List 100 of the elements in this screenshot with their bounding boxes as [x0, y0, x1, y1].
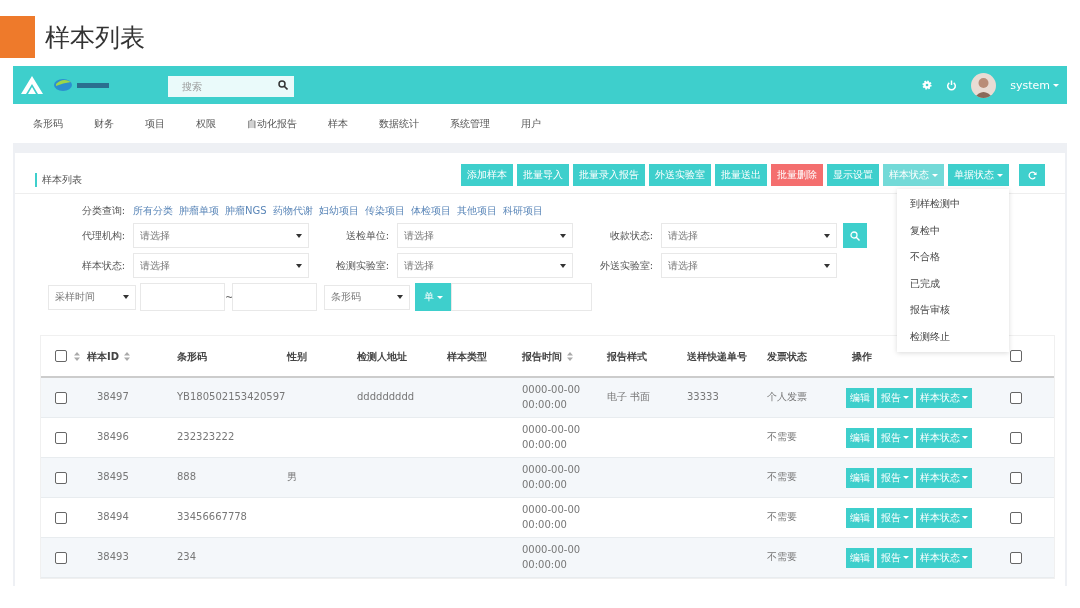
- select-all-checkbox[interactable]: [1010, 350, 1022, 362]
- row-checkbox[interactable]: [1010, 431, 1022, 444]
- row-checkbox[interactable]: [1010, 511, 1022, 524]
- caret-icon: [903, 436, 909, 439]
- select-field[interactable]: 请选择: [133, 223, 309, 248]
- panel-title: 样本列表: [35, 173, 82, 187]
- toolbar-button[interactable]: 批量删除: [771, 164, 823, 186]
- search-icon[interactable]: [278, 79, 288, 90]
- caret-icon: [962, 436, 968, 439]
- table-cell: 0000-00-00 00:00:00: [522, 464, 581, 490]
- caret-icon: [436, 295, 443, 299]
- dropdown-arrow-icon: [123, 295, 129, 299]
- table-cell: 男: [287, 471, 297, 483]
- select-field[interactable]: 请选择: [661, 253, 837, 278]
- dropdown-arrow-icon: [296, 233, 302, 238]
- category-link[interactable]: 药物代谢: [272, 204, 313, 218]
- column-header: 检测人地址: [357, 349, 407, 363]
- table-cell: 38493: [97, 551, 129, 563]
- search-icon: [850, 230, 860, 241]
- table-cell: 0000-00-00 00:00:00: [522, 424, 581, 450]
- dropdown-arrow-icon: [824, 233, 830, 238]
- caret-icon: [903, 476, 909, 479]
- category-link[interactable]: 所有分类: [133, 204, 173, 218]
- row-checkbox[interactable]: [1010, 391, 1022, 404]
- nav-item[interactable]: 用户: [511, 116, 554, 131]
- row-checkbox[interactable]: [1010, 551, 1022, 564]
- caret-icon: [903, 396, 909, 399]
- nav-item[interactable]: 项目: [135, 116, 178, 131]
- filter-label: 检测实验室:: [334, 258, 390, 273]
- menu-item[interactable]: 已完成: [897, 270, 1009, 297]
- select-field[interactable]: 请选择: [397, 253, 573, 278]
- row-checkbox[interactable]: [55, 551, 67, 564]
- row-checkbox[interactable]: [1010, 471, 1022, 484]
- dropdown-arrow-icon: [824, 263, 830, 268]
- table-cell: ddddddddd: [357, 391, 415, 403]
- caret-icon: [962, 556, 968, 559]
- column-header: 操作: [852, 349, 872, 363]
- column-header: 样本类型: [447, 349, 487, 363]
- nav-item[interactable]: 权限: [186, 116, 229, 131]
- nav-item[interactable]: 财务: [84, 116, 127, 131]
- menu-item[interactable]: 复检中: [897, 217, 1009, 244]
- select-field[interactable]: 请选择: [133, 253, 309, 278]
- select-field[interactable]: 请选择: [397, 223, 573, 248]
- select-field[interactable]: 条形码: [324, 284, 410, 310]
- code-input[interactable]: [451, 283, 592, 311]
- search-field[interactable]: 搜索: [168, 75, 294, 97]
- select-field[interactable]: 采样时间: [48, 284, 136, 310]
- row-checkbox[interactable]: [55, 471, 67, 484]
- logo-icon: [21, 76, 43, 94]
- column-header: 样本ID: [87, 349, 120, 363]
- select-field[interactable]: 请选择: [661, 223, 837, 248]
- nav-item[interactable]: 样本: [318, 116, 361, 131]
- category-link[interactable]: 其他项目: [456, 204, 497, 218]
- row-checkbox[interactable]: [55, 391, 67, 404]
- slide-title: 样本列表: [45, 21, 145, 54]
- range-separator: ~: [225, 291, 232, 303]
- menu-item[interactable]: 检测终止: [897, 323, 1009, 350]
- table-cell: 0000-00-00 00:00:00: [522, 504, 581, 530]
- category-link[interactable]: 传染项目: [364, 204, 405, 218]
- nav-item[interactable]: 系统管理: [440, 116, 503, 131]
- filter-label: 代理机构:: [80, 228, 126, 243]
- table-cell: 38495: [97, 471, 129, 483]
- column-header: 条形码: [177, 349, 207, 363]
- caret-icon: [903, 516, 909, 519]
- dropdown-arrow-icon: [397, 295, 403, 299]
- menu-item[interactable]: 报告审核: [897, 297, 1009, 324]
- category-link[interactable]: 肿瘤单项: [179, 204, 219, 218]
- category-link[interactable]: 科研项目: [502, 204, 543, 218]
- column-header: 送样快递单号: [687, 349, 747, 363]
- filter-label: 外送实验室:: [598, 258, 654, 273]
- table-cell: 33333: [687, 391, 719, 403]
- table-cell: 不需要: [767, 431, 797, 443]
- category-link[interactable]: 妇幼项目: [318, 204, 359, 218]
- nav-item[interactable]: 条形码: [23, 116, 76, 131]
- caret-icon: [962, 476, 968, 479]
- filter-label: 送检单位:: [344, 228, 390, 243]
- table-cell: YB180502153420597: [177, 391, 286, 403]
- table-cell: 不需要: [767, 551, 797, 563]
- select-all-checkbox[interactable]: [55, 350, 67, 362]
- user-avatar[interactable]: [971, 72, 997, 98]
- table-cell: 38496: [97, 431, 129, 443]
- table-cell: 888: [177, 471, 197, 483]
- menu-item[interactable]: 到样检测中: [897, 191, 1009, 218]
- category-link[interactable]: 体检项目: [410, 204, 451, 218]
- category-link[interactable]: 肿瘤NGS: [225, 204, 267, 218]
- row-checkbox[interactable]: [55, 511, 67, 524]
- filter-label: 收款状态:: [608, 228, 654, 243]
- nav-item[interactable]: 数据统计: [369, 116, 432, 131]
- filter-label: 分类查询:: [80, 204, 126, 218]
- column-header: 报告样式: [607, 349, 647, 363]
- column-header: 发票状态: [767, 349, 807, 363]
- caret-icon: [962, 516, 968, 519]
- table-cell: 234: [177, 551, 197, 563]
- table-cell: 个人发票: [767, 391, 807, 403]
- table-cell: 0000-00-00 00:00:00: [522, 544, 581, 570]
- dropdown-arrow-icon: [560, 233, 566, 238]
- row-checkbox[interactable]: [55, 431, 67, 444]
- table-cell: 不需要: [767, 471, 797, 483]
- menu-item[interactable]: 不合格: [897, 244, 1009, 271]
- nav-item[interactable]: 自动化报告: [237, 116, 310, 131]
